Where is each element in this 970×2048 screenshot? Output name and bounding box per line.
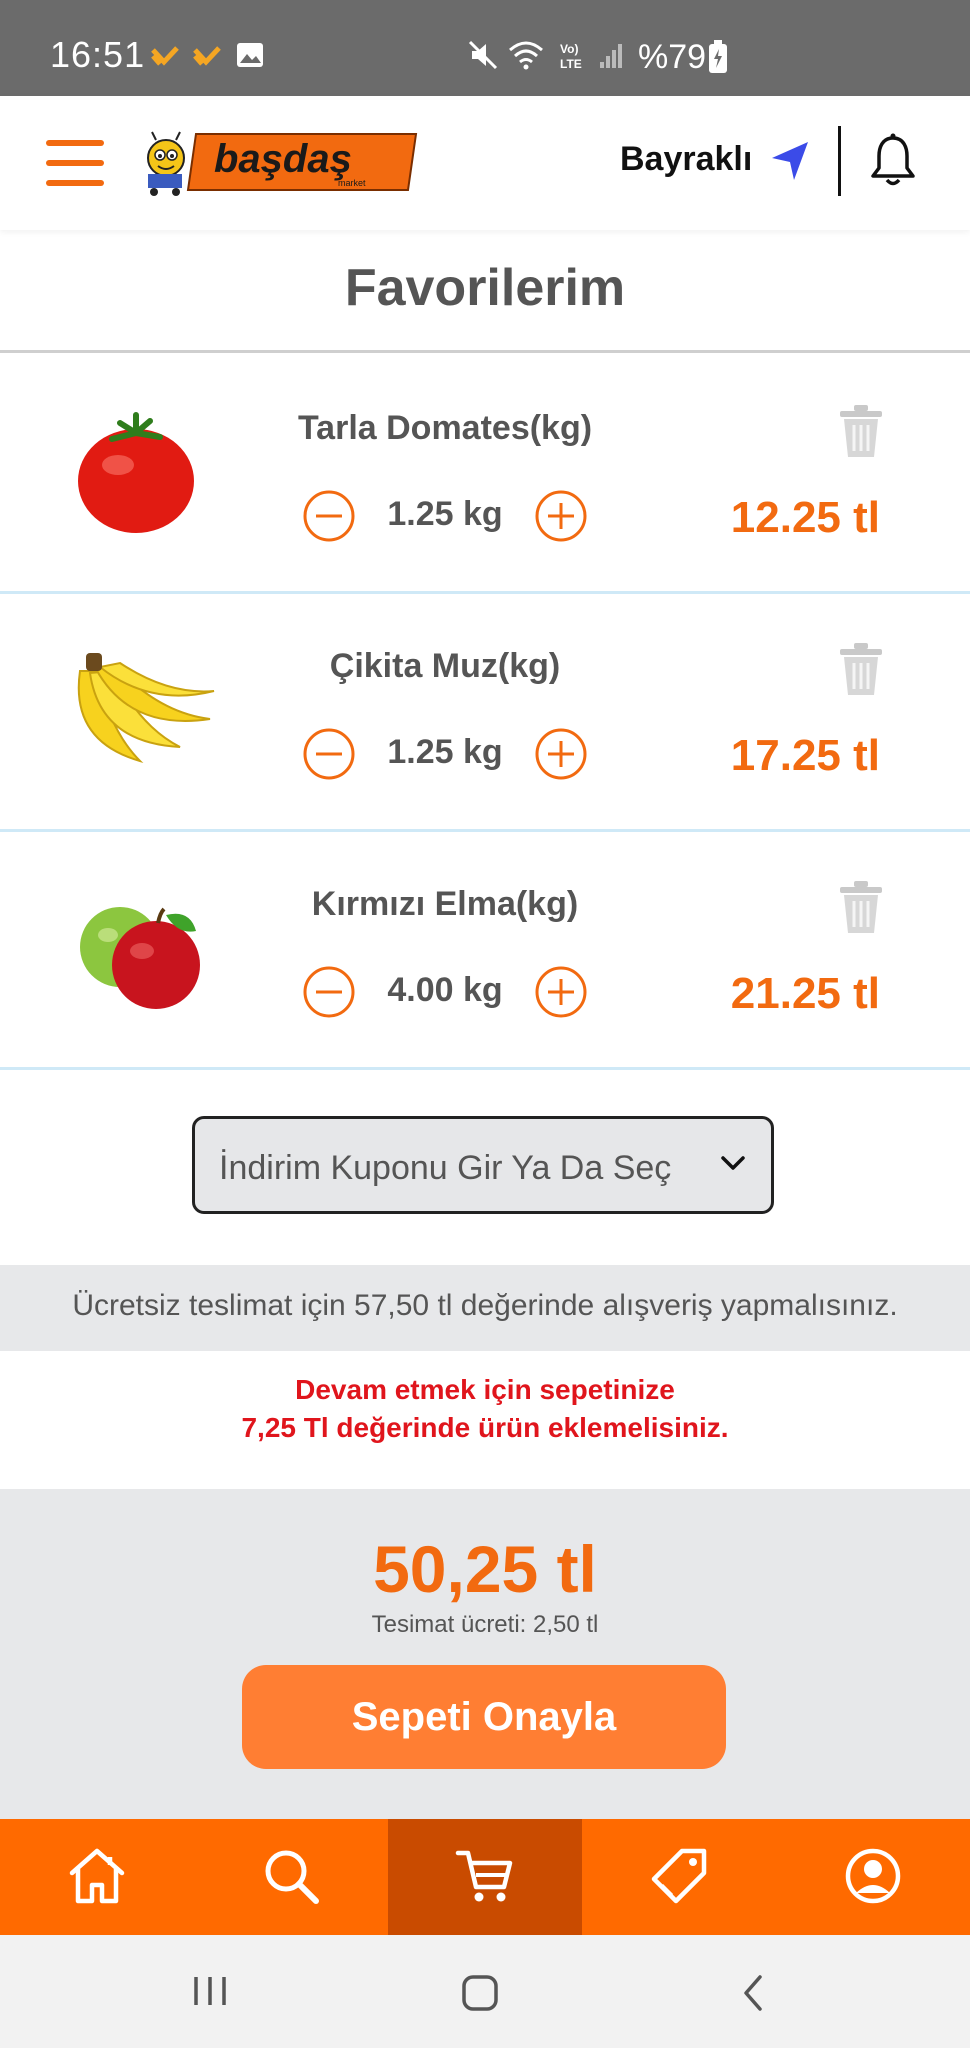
status-bar: 16:51 Vo) LTE %79 <box>0 0 970 96</box>
volte-icon: Vo)LTE <box>560 42 582 71</box>
banana-image <box>77 653 215 764</box>
header-divider <box>838 126 841 196</box>
back-icon[interactable] <box>738 1973 768 2013</box>
coupon-label: İndirim Kuponu Gir Ya Da Seç <box>219 1149 672 1187</box>
product-price: 17.25 tl <box>730 731 880 780</box>
logo-text: başdaş <box>214 137 352 181</box>
location-label[interactable]: Bayraklı <box>620 140 752 179</box>
checkout-panel: 50,25 tl Tesimat ücreti: 2,50 tl Sepeti … <box>0 1489 970 1819</box>
status-time: 16:51 <box>50 34 146 75</box>
confirm-cart-button[interactable]: Sepeti Onayla <box>242 1665 726 1769</box>
product-name: Çikita Muz(kg) <box>329 647 561 685</box>
battery-charging-icon <box>709 40 727 73</box>
mute-icon <box>468 40 498 70</box>
quantity-value: 1.25 kg <box>387 733 503 771</box>
nav-search[interactable] <box>194 1819 388 1935</box>
decrease-quantity-button[interactable] <box>302 489 356 543</box>
warning-line-1: Devam etmek için sepetinize <box>295 1374 675 1405</box>
nav-home[interactable] <box>0 1819 194 1935</box>
home-button-icon[interactable] <box>460 1973 500 2013</box>
product-name: Kırmızı Elma(kg) <box>311 885 579 923</box>
brand-logo[interactable]: başdaş market <box>138 128 420 200</box>
recent-apps-icon[interactable] <box>190 1973 230 2009</box>
search-icon <box>265 1850 319 1904</box>
increase-quantity-button[interactable] <box>534 965 588 1019</box>
decrease-quantity-button[interactable] <box>302 965 356 1019</box>
trash-icon[interactable] <box>836 641 886 697</box>
chevron-down-icon <box>721 1156 745 1170</box>
nav-cart[interactable] <box>388 1819 582 1935</box>
location-arrow-icon[interactable] <box>768 138 812 182</box>
page-title: Favorilerim <box>344 259 626 317</box>
increase-quantity-button[interactable] <box>534 489 588 543</box>
system-navigation-bar <box>0 1935 970 2048</box>
bottom-navigation <box>0 1819 970 1935</box>
signal-icon <box>600 44 622 68</box>
trash-icon[interactable] <box>836 879 886 935</box>
logo-subtext: market <box>338 178 366 188</box>
app-notification-icon <box>151 46 179 66</box>
product-row: Çikita Muz(kg) 1.25 kg 17.25 tl <box>0 591 970 832</box>
hamburger-menu-icon[interactable] <box>46 140 104 186</box>
home-icon <box>69 1848 125 1904</box>
coupon-select[interactable]: İndirim Kuponu Gir Ya Da Seç <box>192 1116 774 1214</box>
tomato-image <box>78 412 194 533</box>
product-price: 21.25 tl <box>730 969 880 1018</box>
app-notification-icon <box>193 46 221 66</box>
wifi-icon <box>509 41 543 70</box>
product-name: Tarla Domates(kg) <box>297 409 593 447</box>
profile-icon <box>845 1848 901 1904</box>
quantity-value: 1.25 kg <box>387 495 503 533</box>
warning-line-2: 7,25 Tl değerinde ürün eklemelisiniz. <box>241 1412 729 1443</box>
tag-icon <box>651 1848 707 1904</box>
product-row: Tarla Domates(kg) 1.25 kg 12.25 tl <box>0 353 970 594</box>
svg-text:Vo): Vo) <box>560 42 578 56</box>
product-price: 12.25 tl <box>730 493 880 542</box>
cart-icon <box>455 1850 513 1902</box>
delivery-notice-band: Ücretsiz teslimat için 57,50 tl değerind… <box>0 1265 970 1351</box>
bell-icon[interactable] <box>868 132 918 188</box>
product-row: Kırmızı Elma(kg) 4.00 kg 21.25 tl <box>0 829 970 1070</box>
svg-text:LTE: LTE <box>560 57 582 71</box>
delivery-fee: Tesimat ücreti: 2,50 tl <box>371 1611 599 1638</box>
apple-image <box>80 907 200 1009</box>
decrease-quantity-button[interactable] <box>302 727 356 781</box>
nav-campaigns[interactable] <box>582 1819 776 1935</box>
nav-profile[interactable] <box>776 1819 970 1935</box>
delivery-notice: Ücretsiz teslimat için 57,50 tl değerind… <box>72 1289 898 1322</box>
cart-total: 50,25 tl <box>373 1532 597 1606</box>
battery-percent: %79 <box>638 38 707 76</box>
trash-icon[interactable] <box>836 403 886 459</box>
gallery-icon <box>237 43 263 67</box>
increase-quantity-button[interactable] <box>534 727 588 781</box>
quantity-value: 4.00 kg <box>387 971 503 1009</box>
